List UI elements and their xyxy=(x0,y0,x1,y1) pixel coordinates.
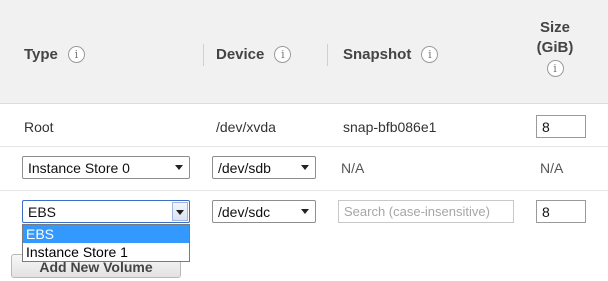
column-header-device: Device i xyxy=(216,42,292,66)
info-icon[interactable]: i xyxy=(421,45,439,63)
type-dropdown-list: EBS Instance Store 1 xyxy=(22,224,190,262)
row-instance-store-type-select[interactable]: Instance Store 0 xyxy=(22,156,190,179)
dropdown-option-instance-store-1[interactable]: Instance Store 1 xyxy=(23,243,189,261)
row-root-type: Root xyxy=(24,119,54,135)
row-divider xyxy=(0,190,608,191)
column-header-snapshot: Snapshot i xyxy=(343,42,439,66)
column-header-device-label: Device xyxy=(216,45,265,63)
row-instance-store-type-value: Instance Store 0 xyxy=(28,159,130,176)
chevron-down-icon xyxy=(301,209,309,214)
column-header-type-label: Type xyxy=(24,45,58,63)
storage-volumes-table: Type i Device i Snapshot i Size (GiB) i … xyxy=(0,0,608,281)
column-header-type: Type i xyxy=(24,42,85,66)
table-header: Type i Device i Snapshot i Size (GiB) i xyxy=(0,0,608,104)
row-ebs-device-select[interactable]: /dev/sdc xyxy=(212,200,316,223)
chevron-down-icon xyxy=(175,165,183,170)
row-instance-store-snapshot: N/A xyxy=(341,160,365,176)
row-root-snapshot: snap-bfb086e1 xyxy=(343,119,437,135)
column-header-size-label-line2: (GiB) xyxy=(536,39,574,56)
info-icon[interactable]: i xyxy=(67,45,85,63)
info-icon[interactable]: i xyxy=(274,45,292,63)
row-ebs-snapshot-search-input[interactable]: Search (case-insensitive) xyxy=(338,200,514,223)
row-instance-store-size: N/A xyxy=(540,160,564,176)
column-divider xyxy=(203,44,204,66)
row-ebs-type-select[interactable]: EBS xyxy=(22,200,190,223)
row-ebs-type-value: EBS xyxy=(28,203,57,220)
column-header-size-label-line1: Size xyxy=(539,19,570,36)
row-instance-store-device-select[interactable]: /dev/sdb xyxy=(212,156,316,179)
row-instance-store-device-value: /dev/sdb xyxy=(218,159,271,176)
column-header-snapshot-label: Snapshot xyxy=(343,45,412,63)
row-root-size-input[interactable]: 8 xyxy=(536,115,586,138)
chevron-down-icon xyxy=(301,165,309,170)
row-ebs-size-input[interactable]: 8 xyxy=(536,200,586,223)
row-divider xyxy=(0,146,608,147)
row-ebs-device-value: /dev/sdc xyxy=(218,203,271,220)
column-header-size: Size (GiB) i xyxy=(524,18,586,77)
chevron-down-icon xyxy=(176,210,184,215)
dropdown-button[interactable] xyxy=(172,202,188,221)
row-root-device: /dev/xvda xyxy=(216,119,276,135)
dropdown-option-ebs[interactable]: EBS xyxy=(23,225,189,243)
column-divider xyxy=(327,44,328,66)
info-icon[interactable]: i xyxy=(546,60,564,77)
